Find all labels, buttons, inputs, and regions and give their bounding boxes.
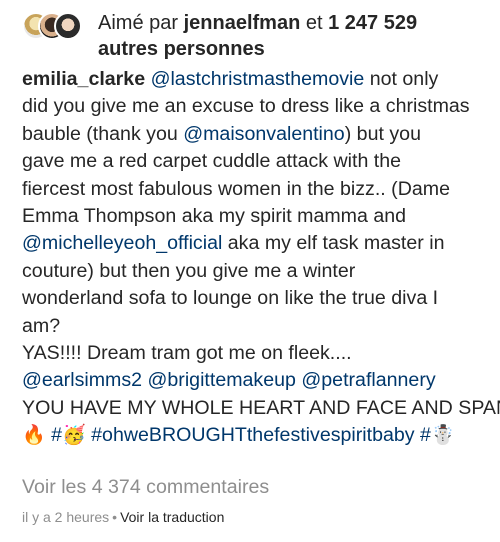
caption-line: gave me a red carpet cuddle attack with … (22, 150, 402, 173)
hashtag-link[interactable]: #ohweBROUGHTthefestivespiritbaby (91, 424, 414, 446)
mention-link[interactable]: @petraflannery (301, 369, 435, 391)
mention-link[interactable]: @brigittemakeup (148, 369, 296, 391)
mention-link[interactable]: @earlsimms2 (22, 369, 142, 391)
post-caption: emilia_clarke @lastchristmasthemovie not… (22, 66, 500, 449)
fire-emoji-icon: 🔥 (22, 425, 46, 447)
likes-suffix[interactable]: autres personnes (98, 38, 265, 60)
hashtag-link[interactable]: #☃️ (420, 424, 455, 446)
caption-line: YAS!!!! Dream tram got me on fleek.... (22, 341, 352, 364)
likes-row[interactable]: Aimé par jennaelfman et 1 247 529 autres… (22, 10, 492, 62)
caption-line: emilia_clarke @lastchristmasthemovie not… (22, 66, 500, 93)
likes-count[interactable]: 1 247 529 (328, 12, 417, 34)
mention-link[interactable]: @maisonvalentino (183, 123, 345, 145)
mention-link[interactable]: @michelleyeoh_official (22, 232, 222, 254)
liker-avatars[interactable] (22, 12, 90, 46)
caption-username[interactable]: emilia_clarke (22, 68, 145, 90)
view-comments-link[interactable]: Voir les 4 374 commentaires (22, 474, 269, 500)
meta-separator: • (112, 509, 118, 525)
caption-text: bauble (thank you (22, 122, 184, 145)
caption-line: YOU HAVE MY WHOLE HEART AND FACE AND SPA… (22, 396, 500, 419)
post-meta: il y a 2 heures • Voir la traduction (22, 507, 224, 527)
snowman-emoji-icon: ☃️ (430, 425, 455, 447)
caption-line: wonderland sofa to lounge on like the tr… (22, 287, 439, 310)
caption-line: am? (22, 314, 61, 337)
caption-line: fiercest most fabulous women in the bizz… (22, 177, 450, 200)
likes-summary: Aimé par jennaelfman et 1 247 529 autres… (98, 10, 417, 62)
see-translation-link[interactable]: Voir la traduction (120, 509, 224, 525)
likes-prefix: Aimé par (98, 12, 179, 34)
caption-text: ) but you (344, 122, 421, 145)
caption-line: did you give me an excuse to dress like … (22, 95, 470, 118)
caption-text: aka my elf task master in (222, 232, 445, 255)
caption-line: bauble (thank you @maisonvalentino) but … (22, 121, 500, 148)
liker-username[interactable]: jennaelfman (184, 12, 301, 34)
caption-line: 🔥 #🥳 #ohweBROUGHTthefestivespiritbaby #☃… (22, 422, 500, 449)
caption-line: couture) but then you give me a winter (22, 259, 356, 282)
caption-line: Emma Thompson aka my spirit mamma and (22, 204, 407, 227)
party-face-emoji-icon: 🥳 (62, 425, 86, 447)
caption-text: not only (364, 68, 439, 90)
caption-line: @michelleyeoh_official aka my elf task m… (22, 230, 500, 257)
caption-line: @earlsimms2 @brigittemakeup @petraflanne… (22, 367, 500, 394)
avatar (54, 12, 82, 40)
hashtag-link[interactable]: #🥳 (51, 424, 86, 446)
post-timestamp: il y a 2 heures (22, 509, 110, 525)
likes-connector: et (305, 12, 323, 34)
mention-link[interactable]: @lastchristmasthemovie (151, 68, 365, 90)
